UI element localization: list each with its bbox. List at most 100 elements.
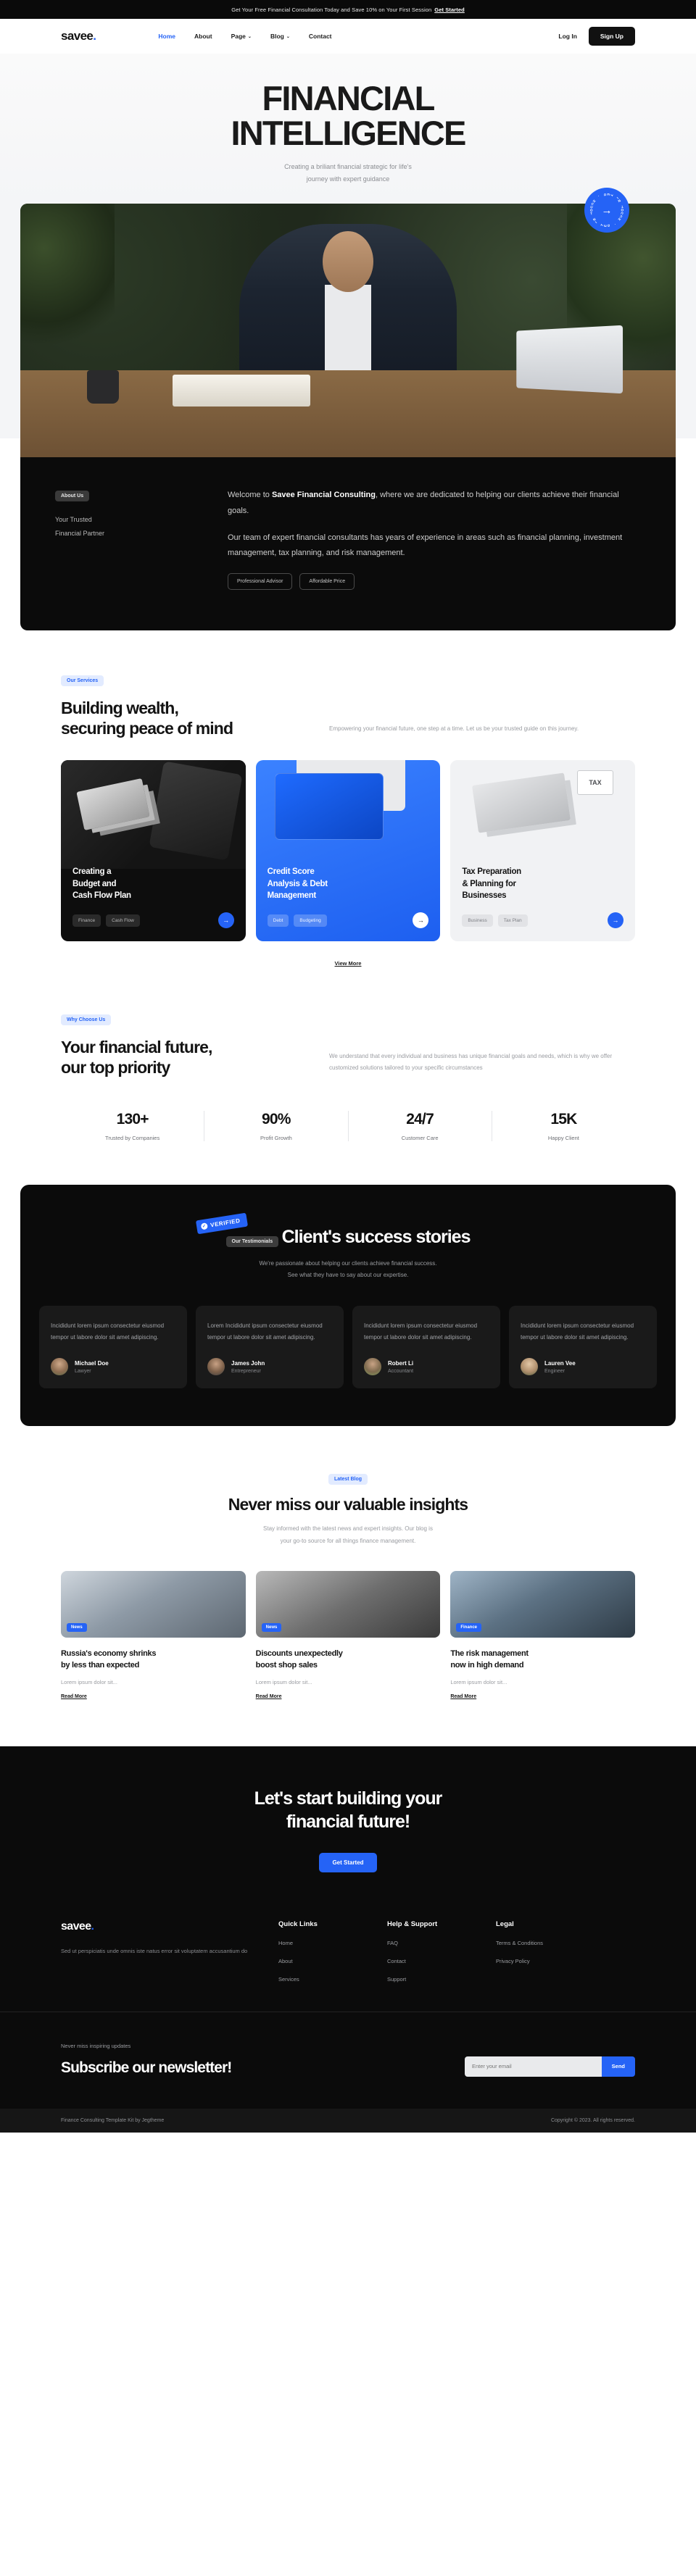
nav-item-home[interactable]: Home [158, 33, 175, 40]
credit-card-icon [274, 773, 384, 840]
footer-link-support[interactable]: Support [387, 1976, 496, 1983]
signup-button[interactable]: Sign Up [588, 27, 635, 46]
nav-item-contact[interactable]: Contact [309, 33, 332, 40]
calculator-icon [149, 761, 243, 861]
blog-card-russia[interactable]: News Russia's economy shrinks by less th… [61, 1570, 246, 1701]
why-header: Your financial future, our top priority … [61, 1037, 635, 1077]
chip-business: Business [462, 914, 493, 927]
footer-links-section: savee. Sed ut perspiciatis unde omnis is… [0, 1909, 696, 2012]
testimonial-author: James John Entrepreneur [207, 1358, 332, 1376]
arrow-right-icon[interactable]: → [608, 912, 624, 928]
about-heading-line2: Financial Partner [55, 530, 105, 538]
footer-link-faq[interactable]: FAQ [387, 1940, 496, 1946]
stat-happy-client: 15K Happy Client [492, 1111, 635, 1141]
arrow-right-icon[interactable]: → [413, 912, 429, 928]
blog-thumbnail: Finance [450, 1570, 636, 1638]
services-heading-line2: securing peace of mind [61, 718, 233, 738]
stat-label: Profit Growth [260, 1135, 292, 1142]
brand-logo-dot: . [93, 29, 96, 43]
footer-brand: savee. Sed ut perspiciatis unde omnis is… [61, 1920, 278, 1983]
page-title: FINANCIAL INTELLIGENCE [0, 81, 696, 151]
avatar [51, 1358, 68, 1376]
chevron-down-icon: ⌄ [286, 35, 290, 39]
email-input[interactable] [465, 2056, 602, 2077]
stat-label: Trusted by Companies [105, 1135, 160, 1142]
nav-item-about[interactable]: About [194, 33, 212, 40]
nav-item-contact-label: Contact [308, 33, 332, 40]
testimonial-quote: Lorem Incididunt ipsum consectetur eiusm… [207, 1322, 323, 1341]
footer-link-about[interactable]: About [278, 1958, 387, 1964]
hero-image [20, 204, 676, 458]
arrow-right-icon[interactable]: → [218, 912, 234, 928]
footer-link-home[interactable]: Home [278, 1940, 387, 1946]
testimonials-heading-text: Client's success stories [281, 1227, 471, 1248]
blog-title: Russia's economy shrinks by less than ex… [61, 1648, 246, 1672]
blog-thumbnail: News [61, 1570, 246, 1638]
chip-budgeting: Budgeting [294, 914, 327, 927]
login-link[interactable]: Log In [558, 33, 577, 40]
why-heading-line2: our top priority [61, 1058, 170, 1077]
hero-section: FINANCIAL INTELLIGENCE Creating a brilia… [0, 54, 696, 204]
blog-sub-line1: Stay informed with the latest news and e… [263, 1525, 433, 1533]
testimonial-role: Entrepreneur [231, 1368, 261, 1374]
about-left-column: About Us Your Trusted Financial Partner [55, 488, 215, 590]
read-more-button[interactable]: Read More [61, 1694, 87, 1699]
tax-card-art: TAX [450, 760, 636, 869]
announcement-text: Get Your Free Financial Consultation Tod… [231, 6, 432, 13]
footer-link-terms[interactable]: Terms & Conditions [496, 1940, 605, 1946]
newsletter-send-button[interactable]: Send [601, 2056, 635, 2077]
read-more-button[interactable]: Read More [256, 1694, 282, 1699]
why-choose-us-section: Why Choose Us Your financial future, our… [0, 967, 696, 1142]
stat-label: Happy Client [547, 1135, 579, 1142]
footer-link-privacy[interactable]: Privacy Policy [496, 1958, 605, 1964]
blog-subtitle: Stay informed with the latest news and e… [61, 1523, 635, 1548]
about-tags: Professional Advisor Affordable Price [228, 572, 641, 590]
credit-card-body: Credit Score Analysis & Debt Management … [256, 854, 441, 941]
get-in-touch-badge[interactable]: GET IN TOUCH · GET IN TOUCH · → [584, 188, 629, 233]
why-pill: Why Choose Us [61, 1014, 112, 1025]
footer-link-contact[interactable]: Contact [387, 1958, 496, 1964]
nav-item-page[interactable]: Page ⌄ [231, 33, 252, 40]
chip-tax-plan: Tax Plan [497, 914, 528, 927]
blog-card-discounts[interactable]: News Discounts unexpectedly boost shop s… [255, 1570, 441, 1701]
brand-logo[interactable]: savee. [61, 29, 96, 43]
services-description: Empowering your financial future, one st… [329, 725, 579, 733]
main-navbar: savee. Home About Page ⌄ Blog ⌄ Contact Lo… [0, 19, 696, 54]
cta-heading: Let's start building your financial futu… [61, 1787, 635, 1834]
tag-affordable-price[interactable]: Affordable Price [299, 572, 355, 590]
blog-section: Latest Blog Never miss our valuable insi… [0, 1426, 696, 1701]
newsletter-heading: Subscribe our newsletter! [61, 2059, 232, 2076]
service-card-budget[interactable]: Creating a Budget and Cash Flow Plan Fin… [61, 760, 246, 941]
about-pill: About Us [55, 491, 90, 502]
banknote-icon [472, 772, 571, 833]
budget-card-body: Creating a Budget and Cash Flow Plan Fin… [61, 854, 246, 941]
blog-excerpt: Lorem ipsum dolor sit... [450, 1678, 508, 1685]
footer-link-services[interactable]: Services [278, 1976, 387, 1983]
mug-decoration [87, 370, 119, 404]
nav-item-blog[interactable]: Blog ⌄ [270, 33, 290, 40]
testimonial-quote: Incididunt lorem ipsum consectetur eiusm… [51, 1322, 165, 1341]
announcement-cta-link[interactable]: Get Started [434, 7, 465, 13]
cta-get-started-button[interactable]: Get Started [319, 1852, 377, 1872]
tag-professional-advisor[interactable]: Professional Advisor [228, 572, 293, 590]
cta-section: Let's start building your financial futu… [0, 1746, 696, 1910]
footer-logo[interactable]: savee. [61, 1920, 278, 1933]
chevron-down-icon: ⌄ [247, 35, 252, 39]
blog-thumbnail: News [255, 1570, 441, 1638]
blog-excerpt: Lorem ipsum dolor sit... [61, 1678, 117, 1685]
service-card-credit[interactable]: Credit Score Analysis & Debt Management … [255, 760, 441, 941]
blog-card-risk[interactable]: Finance The risk management now in high … [450, 1570, 636, 1701]
services-pill: Our Services [61, 675, 104, 686]
testimonials-section: Our Testimonials ✓ VERIFIED Client's suc… [20, 1185, 676, 1427]
verified-badge-label: VERIFIED [210, 1217, 241, 1229]
about-right-column: Welcome to Savee Financial Consulting, w… [215, 488, 641, 590]
stat-customer-care: 24/7 Customer Care [349, 1111, 492, 1142]
service-card-tax[interactable]: TAX Tax Preparation & Planning for Busin… [450, 760, 636, 941]
view-more-button[interactable]: View More [335, 960, 362, 967]
tax-title-l2: & Planning for [462, 879, 516, 888]
testimonial-card: Incididunt lorem ipsum consectetur eiusm… [352, 1306, 500, 1389]
hero-subtitle-line1: Creating a briliant financial strategic … [284, 162, 412, 170]
book-decoration [173, 375, 310, 407]
read-more-button[interactable]: Read More [450, 1694, 476, 1699]
testimonials-heading: ✓ VERIFIED Client's success stories [195, 1212, 471, 1248]
